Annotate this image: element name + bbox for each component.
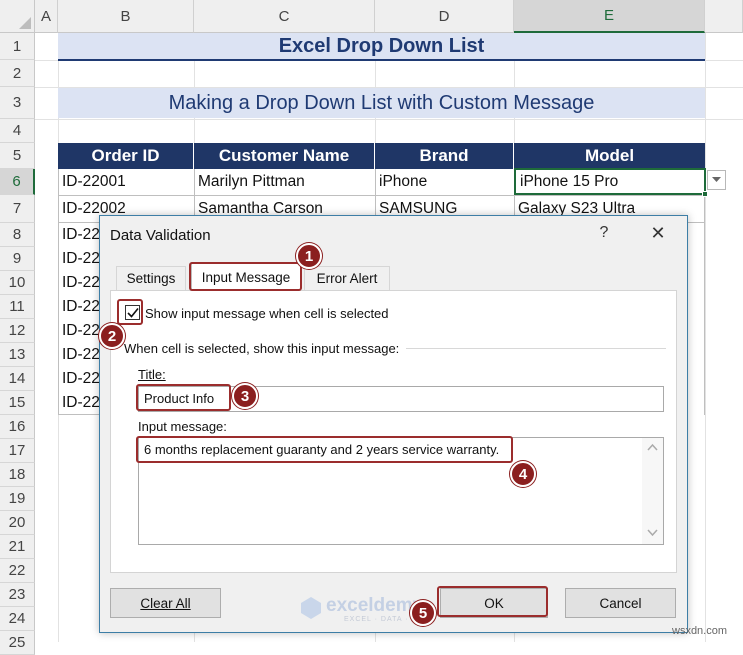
- highlight-message-text: [136, 436, 513, 463]
- table-header-brand: Brand: [375, 143, 514, 169]
- highlight-input-message-tab: [189, 262, 302, 291]
- table-cell[interactable]: ID-22: [58, 271, 99, 295]
- table-cell[interactable]: ID-22: [58, 319, 99, 343]
- selected-cell-e6[interactable]: iPhone 15 Pro: [514, 168, 706, 195]
- row-header[interactable]: 8: [0, 223, 35, 247]
- row-header[interactable]: 3: [0, 87, 35, 119]
- row-header[interactable]: 9: [0, 247, 35, 271]
- clear-all-button[interactable]: Clear All: [110, 588, 221, 618]
- table-cell[interactable]: ID-22: [58, 343, 99, 367]
- row-header[interactable]: 18: [0, 463, 35, 487]
- table-cell[interactable]: ID-22: [58, 391, 99, 415]
- row-header[interactable]: 17: [0, 439, 35, 463]
- data-validation-dialog: Data Validation ? ✕ Settings Input Messa…: [99, 215, 688, 633]
- highlight-checkbox: [117, 299, 143, 325]
- table-header-customer-name: Customer Name: [194, 143, 375, 169]
- table-cell[interactable]: ID-22: [58, 247, 99, 271]
- tab-error-alert[interactable]: Error Alert: [304, 266, 390, 290]
- input-message-label: Input message:: [138, 419, 227, 434]
- table-cell[interactable]: ID-22: [58, 295, 99, 319]
- row-header[interactable]: 14: [0, 367, 35, 391]
- cancel-button[interactable]: Cancel: [565, 588, 676, 618]
- table-header-order-id: Order ID: [58, 143, 194, 169]
- section-label: When cell is selected, show this input m…: [124, 341, 400, 356]
- input-message-panel: Show input message when cell is selected…: [110, 290, 677, 573]
- row-header[interactable]: 11: [0, 295, 35, 319]
- row-header[interactable]: 20: [0, 511, 35, 535]
- row-header[interactable]: 10: [0, 271, 35, 295]
- column-header-e[interactable]: E: [514, 0, 705, 33]
- table-header-model: Model: [514, 143, 705, 169]
- dialog-title: Data Validation: [110, 227, 211, 244]
- watermark-text: exceldemy: [326, 595, 424, 616]
- row-header[interactable]: 1: [0, 33, 35, 60]
- watermark-subtext: EXCEL · DATA · BI: [344, 616, 420, 623]
- row-header[interactable]: 19: [0, 487, 35, 511]
- step-badge-1: 1: [296, 243, 322, 269]
- highlight-ok-button: [437, 586, 548, 617]
- dropdown-arrow-button[interactable]: [707, 170, 726, 190]
- row-header[interactable]: 4: [0, 119, 35, 143]
- title-label: Title:: [138, 367, 166, 382]
- help-button[interactable]: ?: [594, 224, 614, 246]
- sheet-title: Excel Drop Down List: [58, 33, 705, 61]
- row-header[interactable]: 25: [0, 631, 35, 655]
- close-button[interactable]: ✕: [645, 223, 671, 247]
- show-message-label[interactable]: Show input message when cell is selected: [145, 306, 389, 321]
- table-cell[interactable]: Marilyn Pittman: [194, 169, 375, 195]
- gridline: [705, 33, 706, 642]
- table-cell[interactable]: iPhone: [375, 169, 514, 195]
- watermark-logo-icon: [300, 596, 322, 620]
- highlight-title-input: [136, 384, 231, 411]
- row-header[interactable]: 2: [0, 60, 35, 87]
- step-badge-5: 5: [410, 600, 436, 626]
- row-header[interactable]: 5: [0, 143, 35, 169]
- column-header-f[interactable]: [705, 0, 743, 33]
- row-header[interactable]: 22: [0, 559, 35, 583]
- sheet-subtitle: Making a Drop Down List with Custom Mess…: [58, 88, 705, 118]
- select-all-corner[interactable]: [0, 0, 35, 33]
- divider: [406, 348, 666, 349]
- table-cell[interactable]: ID-22: [58, 367, 99, 391]
- row-header[interactable]: 7: [0, 195, 35, 223]
- site-watermark: wsxdn.com: [672, 625, 728, 637]
- column-header-c[interactable]: C: [194, 0, 375, 33]
- row-header[interactable]: 13: [0, 343, 35, 367]
- table-cell[interactable]: ID-22: [58, 223, 99, 247]
- row-header[interactable]: 21: [0, 535, 35, 559]
- tab-settings[interactable]: Settings: [116, 266, 186, 290]
- scroll-arrows-icon: [647, 443, 658, 537]
- row-header[interactable]: 16: [0, 415, 35, 439]
- column-header-a[interactable]: A: [35, 0, 58, 33]
- row-header[interactable]: 6: [0, 169, 35, 195]
- table-cell[interactable]: ID-22001: [58, 169, 194, 195]
- row-header[interactable]: 15: [0, 391, 35, 415]
- row-header[interactable]: 24: [0, 607, 35, 631]
- row-header[interactable]: 23: [0, 583, 35, 607]
- gridline: [35, 119, 743, 120]
- step-badge-2: 2: [99, 323, 125, 349]
- textarea-scrollbar[interactable]: [642, 438, 663, 544]
- row-header[interactable]: 12: [0, 319, 35, 343]
- step-badge-3: 3: [232, 383, 258, 409]
- column-header-d[interactable]: D: [375, 0, 514, 33]
- step-badge-4: 4: [510, 461, 536, 487]
- column-header-b[interactable]: B: [58, 0, 194, 33]
- chevron-down-icon: [712, 177, 721, 182]
